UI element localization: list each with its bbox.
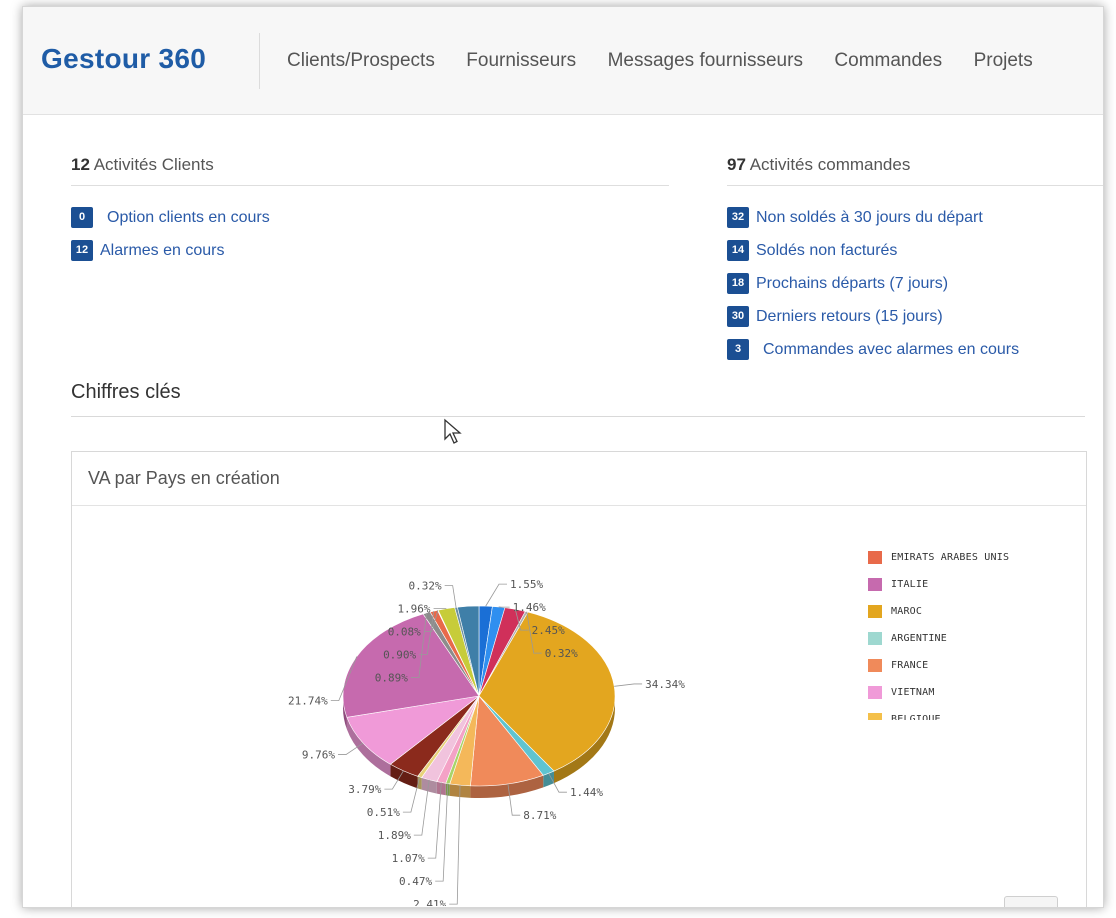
- legend-item[interactable]: ITALIE: [868, 571, 1068, 598]
- dashboard-content: 12 Activités Clients 0 Option clients en…: [23, 115, 1103, 907]
- count-badge: 3: [727, 339, 749, 360]
- expand-button[interactable]: [1004, 896, 1058, 907]
- legend-swatch: [868, 659, 882, 672]
- list-item-label[interactable]: Non soldés à 30 jours du départ: [756, 209, 983, 227]
- nav-messages-fournisseurs[interactable]: Messages fournisseurs: [608, 50, 803, 72]
- nav-divider: [259, 33, 260, 89]
- pie-data-label: 34.34%: [645, 678, 685, 691]
- pie-data-label: 0.89%: [375, 672, 408, 685]
- legend-label: FRANCE: [891, 660, 929, 671]
- orders-activity-title: Activités commandes: [749, 155, 911, 174]
- clients-activity-list: 0 Option clients en cours 12 Alarmes en …: [71, 201, 270, 267]
- pie-data-label: 21.74%: [288, 695, 328, 708]
- list-item-commandes-alarmes[interactable]: 3 Commandes avec alarmes en cours: [727, 333, 1019, 366]
- mouse-cursor-icon: [444, 418, 462, 444]
- pie-data-label: 3.79%: [348, 783, 381, 796]
- clients-activity-count: 12: [71, 155, 90, 174]
- pie-data-label: 1.55%: [510, 578, 543, 591]
- chart-legend: EMIRATS ARABES UNIS ITALIE MAROC ARGENTINE F…: [868, 544, 1068, 720]
- kpi-section-title: Chiffres clés: [71, 381, 1085, 417]
- brand-logo[interactable]: Gestour 360: [41, 43, 206, 75]
- nav-clients-prospects[interactable]: Clients/Prospects: [287, 50, 435, 72]
- orders-activity-list: 32 Non soldés à 30 jours du départ 14 So…: [727, 201, 1019, 366]
- list-item-option-clients[interactable]: 0 Option clients en cours: [71, 201, 270, 234]
- legend-label: ITALIE: [891, 579, 929, 590]
- pie-data-label: 1.07%: [392, 852, 425, 865]
- legend-swatch: [868, 686, 882, 699]
- pie-data-label: 9.76%: [302, 749, 335, 762]
- pie-leader-line: [444, 585, 457, 608]
- legend-label: BELGIQUE: [891, 714, 941, 720]
- count-badge: 12: [71, 240, 93, 261]
- pie-data-label: 8.71%: [523, 809, 556, 822]
- count-badge: 14: [727, 240, 749, 261]
- nav-menu: Clients/Prospects Fournisseurs Messages …: [287, 50, 1033, 72]
- pie-data-label: 0.90%: [383, 649, 416, 662]
- legend-swatch: [868, 605, 882, 618]
- pie-data-label: 1.44%: [570, 786, 603, 799]
- top-navbar: Gestour 360 Clients/Prospects Fournisseu…: [23, 7, 1103, 115]
- legend-swatch: [868, 713, 882, 720]
- list-item-label[interactable]: Soldés non facturés: [756, 242, 897, 260]
- list-item-soldes-non-factures[interactable]: 14 Soldés non facturés: [727, 234, 1019, 267]
- app-window: Gestour 360 Clients/Prospects Fournisseu…: [22, 6, 1104, 908]
- pie-data-label: 0.51%: [367, 806, 400, 819]
- nav-projets[interactable]: Projets: [974, 50, 1033, 72]
- pie-data-label: 0.47%: [399, 875, 432, 888]
- pie-leader-line: [485, 583, 507, 607]
- pie-data-label: 0.32%: [409, 580, 442, 593]
- legend-label: ARGENTINE: [891, 633, 947, 644]
- list-item-non-soldes[interactable]: 32 Non soldés à 30 jours du départ: [727, 201, 1019, 234]
- legend-item[interactable]: EMIRATS ARABES UNIS: [868, 544, 1068, 571]
- pie-data-label: 0.32%: [545, 647, 578, 660]
- pie-data-label: 2.45%: [532, 624, 565, 637]
- pie-leader-line: [449, 785, 461, 905]
- pie-data-label: 1.46%: [513, 601, 546, 614]
- legend-swatch: [868, 551, 882, 564]
- legend-label: VIETNAM: [891, 687, 935, 698]
- pie-leader-line: [435, 783, 449, 882]
- orders-activity-header: 97 Activités commandes: [727, 155, 1103, 186]
- pie-leader-line: [614, 683, 643, 687]
- chart-panel: VA par Pays en création 1.55% 1.46% 2.45% 0…: [71, 451, 1087, 907]
- legend-label: EMIRATS ARABES UNIS: [891, 552, 1010, 563]
- pie-data-label: 0.08%: [388, 626, 421, 639]
- nav-commandes[interactable]: Commandes: [834, 50, 942, 72]
- count-badge: 0: [71, 207, 93, 228]
- legend-swatch: [868, 578, 882, 591]
- legend-item[interactable]: ARGENTINE: [868, 625, 1068, 652]
- count-badge: 32: [727, 207, 749, 228]
- list-item-alarmes[interactable]: 12 Alarmes en cours: [71, 234, 270, 267]
- legend-label: MAROC: [891, 606, 923, 617]
- count-badge: 30: [727, 306, 749, 327]
- chart-panel-title: VA par Pays en création: [72, 452, 1086, 506]
- count-badge: 18: [727, 273, 749, 294]
- clients-activity-header: 12 Activités Clients: [71, 155, 669, 186]
- pie-chart: 1.55% 1.46% 2.45% 0.32% 34.34% 1.44% 8.71% 0.32…: [288, 578, 685, 906]
- legend-swatch: [868, 632, 882, 645]
- nav-fournisseurs[interactable]: Fournisseurs: [466, 50, 576, 72]
- pie-data-label: 1.96%: [397, 603, 430, 616]
- orders-activity-count: 97: [727, 155, 746, 174]
- list-item-prochains-departs[interactable]: 18 Prochains départs (7 jours): [727, 267, 1019, 300]
- list-item-derniers-retours[interactable]: 30 Derniers retours (15 jours): [727, 300, 1019, 333]
- list-item-label[interactable]: Derniers retours (15 jours): [756, 308, 943, 326]
- legend-item[interactable]: MAROC: [868, 598, 1068, 625]
- legend-item[interactable]: BELGIQUE: [868, 706, 1068, 720]
- legend-item[interactable]: VIETNAM: [868, 679, 1068, 706]
- pie-data-label: 1.89%: [378, 829, 411, 842]
- legend-item[interactable]: FRANCE: [868, 652, 1068, 679]
- list-item-label[interactable]: Alarmes en cours: [100, 242, 225, 260]
- list-item-label[interactable]: Commandes avec alarmes en cours: [763, 341, 1019, 359]
- list-item-label[interactable]: Prochains départs (7 jours): [756, 275, 948, 293]
- clients-activity-title: Activités Clients: [93, 155, 214, 174]
- pie-data-label: 2.41%: [413, 898, 446, 906]
- list-item-label[interactable]: Option clients en cours: [107, 209, 270, 227]
